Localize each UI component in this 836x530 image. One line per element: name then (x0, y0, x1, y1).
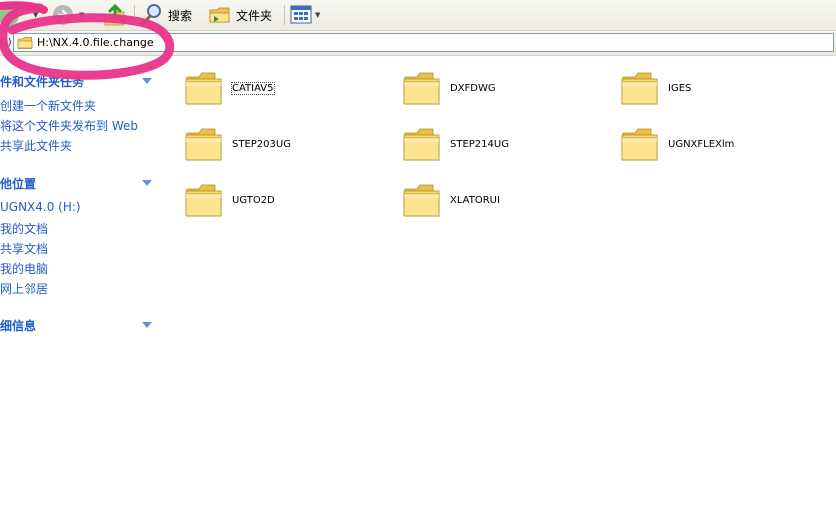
back-button[interactable]: ▼ (0, 0, 44, 30)
folder-icon (620, 68, 660, 108)
search-label: 搜索 (168, 8, 193, 23)
views-dropdown-caret[interactable]: ▼ (315, 11, 320, 19)
task-link-new-folder[interactable]: 创建一个新文件夹 (0, 97, 96, 114)
folder-name: STEP214UG (450, 138, 509, 150)
up-folder-button[interactable] (102, 0, 130, 30)
folder-icon (620, 124, 660, 164)
address-bar: D) H:\NX.4.0.file.change (0, 31, 836, 56)
up-folder-icon (104, 3, 125, 26)
group-title: 细信息 (0, 318, 37, 333)
folder-item[interactable]: IGES (620, 64, 691, 112)
forward-arrow-icon (53, 5, 73, 25)
back-arrow-icon (0, 4, 19, 26)
folder-item[interactable]: CATIAV5 (184, 64, 275, 112)
place-link-my-computer[interactable]: 我的电脑 (0, 260, 48, 277)
folder-icon (184, 124, 224, 164)
folder-icon (402, 124, 442, 164)
folder-name: STEP203UG (232, 138, 291, 150)
toolbar-separator (284, 5, 285, 25)
toolbar: ▼ ▼ 搜索 文件夹 ▼ (0, 0, 836, 31)
place-link-drive-h[interactable]: UGNX4.0 (H:) (0, 200, 81, 214)
forward-dropdown-caret[interactable]: ▼ (79, 11, 84, 19)
place-link-network[interactable]: 网上邻居 (0, 280, 48, 297)
folder-icon (402, 68, 442, 108)
folder-name: DXFDWG (450, 82, 496, 94)
group-title: 他位置 (0, 176, 37, 191)
folder-name: XLATORUI (450, 194, 500, 206)
collapse-chevron-icon[interactable] (142, 78, 152, 84)
address-input[interactable]: H:\NX.4.0.file.change (13, 33, 834, 52)
folder-name: IGES (668, 82, 692, 94)
views-button[interactable]: ▼ (290, 0, 326, 30)
toolbar-separator (134, 5, 135, 25)
search-button[interactable]: 搜索 (140, 0, 202, 30)
folder-icon (184, 180, 224, 220)
task-pane: 件和文件夹任务 创建一个新文件夹 将这个文件夹发布到 Web 共享此文件夹 他位… (0, 56, 160, 530)
address-label: D) (0, 37, 12, 48)
folder-item[interactable]: STEP203UG (184, 120, 291, 168)
place-link-my-documents[interactable]: 我的文档 (0, 220, 48, 237)
task-link-publish-web[interactable]: 将这个文件夹发布到 Web (0, 117, 138, 134)
folders-icon (209, 7, 230, 23)
folder-icon (402, 180, 442, 220)
collapse-chevron-icon[interactable] (142, 322, 152, 328)
folder-icon (184, 68, 224, 108)
back-dropdown-caret[interactable]: ▼ (33, 11, 38, 19)
folder-name: UGNXFLEXlm (668, 138, 735, 150)
folder-item[interactable]: UGNXFLEXlm (620, 120, 734, 168)
collapse-chevron-icon[interactable] (142, 180, 152, 186)
place-link-shared-documents[interactable]: 共享文档 (0, 240, 48, 257)
folder-icon (17, 36, 33, 49)
folder-item[interactable]: XLATORUI (402, 176, 500, 224)
group-header-other-places[interactable]: 他位置 (0, 173, 158, 193)
search-icon (141, 4, 161, 26)
file-list[interactable]: CATIAV5 DXFDWG IGES STEP203UG STEP214UG … (160, 56, 836, 530)
views-icon (290, 5, 312, 24)
group-header-file-tasks[interactable]: 件和文件夹任务 (0, 71, 158, 91)
forward-button[interactable]: ▼ (50, 0, 94, 30)
folder-name: UGTO2D (232, 194, 275, 206)
folder-item[interactable]: UGTO2D (184, 176, 275, 224)
task-link-share-folder[interactable]: 共享此文件夹 (0, 137, 72, 154)
folders-button[interactable]: 文件夹 (208, 0, 278, 30)
folder-item[interactable]: DXFDWG (402, 64, 496, 112)
group-header-details[interactable]: 细信息 (0, 315, 158, 335)
address-path: H:\NX.4.0.file.change (37, 36, 154, 49)
folder-item[interactable]: STEP214UG (402, 120, 509, 168)
folder-name: CATIAV5 (231, 81, 275, 95)
group-title: 件和文件夹任务 (0, 74, 85, 89)
folders-label: 文件夹 (236, 8, 273, 23)
